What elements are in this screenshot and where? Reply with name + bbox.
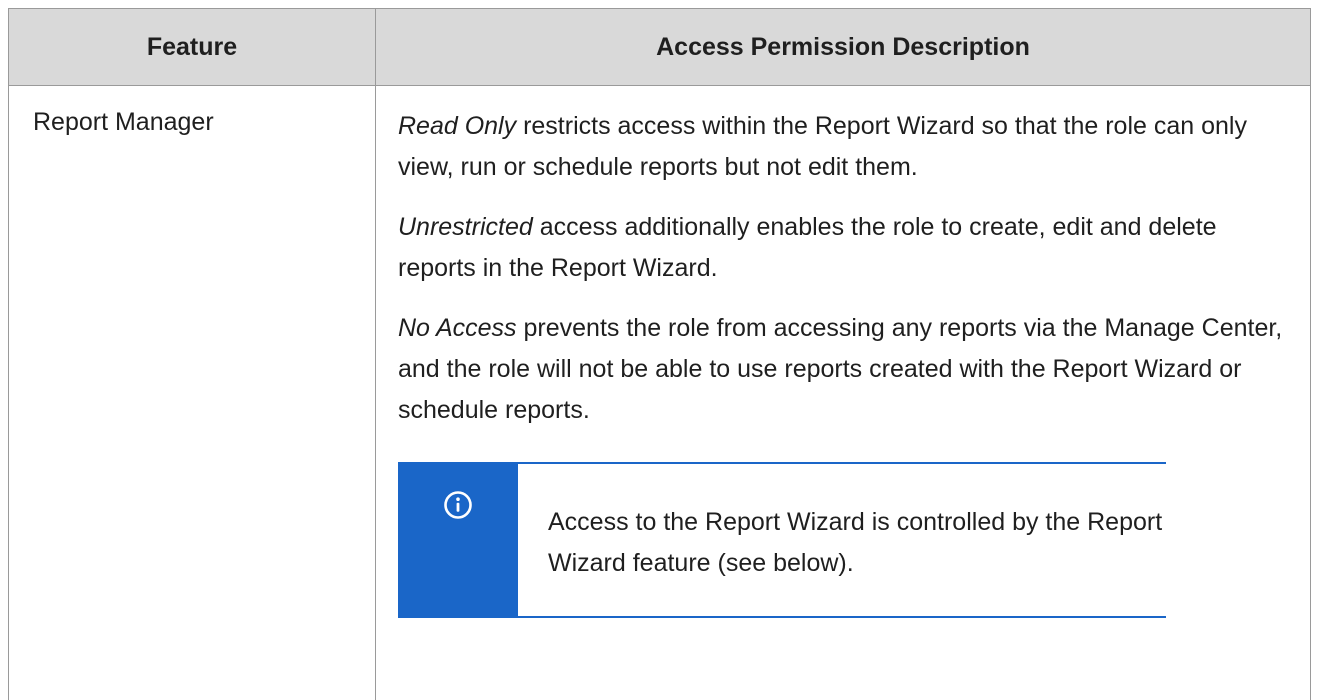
paragraph-text: prevents the role from accessing any rep… — [398, 314, 1282, 424]
description-cell: Read Only restricts access within the Re… — [376, 86, 1311, 700]
description-column-header: Access Permission Description — [376, 9, 1311, 86]
description-paragraph-no-access: No Access prevents the role from accessi… — [398, 308, 1294, 431]
info-note: Access to the Report Wizard is controlle… — [398, 462, 1166, 618]
table-row: Report Manager Read Only restricts acces… — [9, 86, 1311, 700]
info-note-bar — [398, 464, 518, 616]
paragraph-text: restricts access within the Report Wizar… — [398, 112, 1247, 181]
permission-level-no-access: No Access — [398, 314, 517, 342]
permission-level-read-only: Read Only — [398, 112, 516, 140]
feature-cell: Report Manager — [9, 86, 376, 700]
info-icon — [443, 490, 473, 616]
description-paragraph-read-only: Read Only restricts access within the Re… — [398, 106, 1294, 188]
info-note-text: Access to the Report Wizard is controlle… — [518, 464, 1166, 616]
description-paragraph-unrestricted: Unrestricted access additionally enables… — [398, 207, 1294, 289]
permission-level-unrestricted: Unrestricted — [398, 213, 533, 241]
permissions-table: Feature Access Permission Description Re… — [8, 8, 1311, 700]
table-header-row: Feature Access Permission Description — [9, 9, 1311, 86]
permissions-table-container: Feature Access Permission Description Re… — [8, 8, 1310, 678]
feature-column-header: Feature — [9, 9, 376, 86]
